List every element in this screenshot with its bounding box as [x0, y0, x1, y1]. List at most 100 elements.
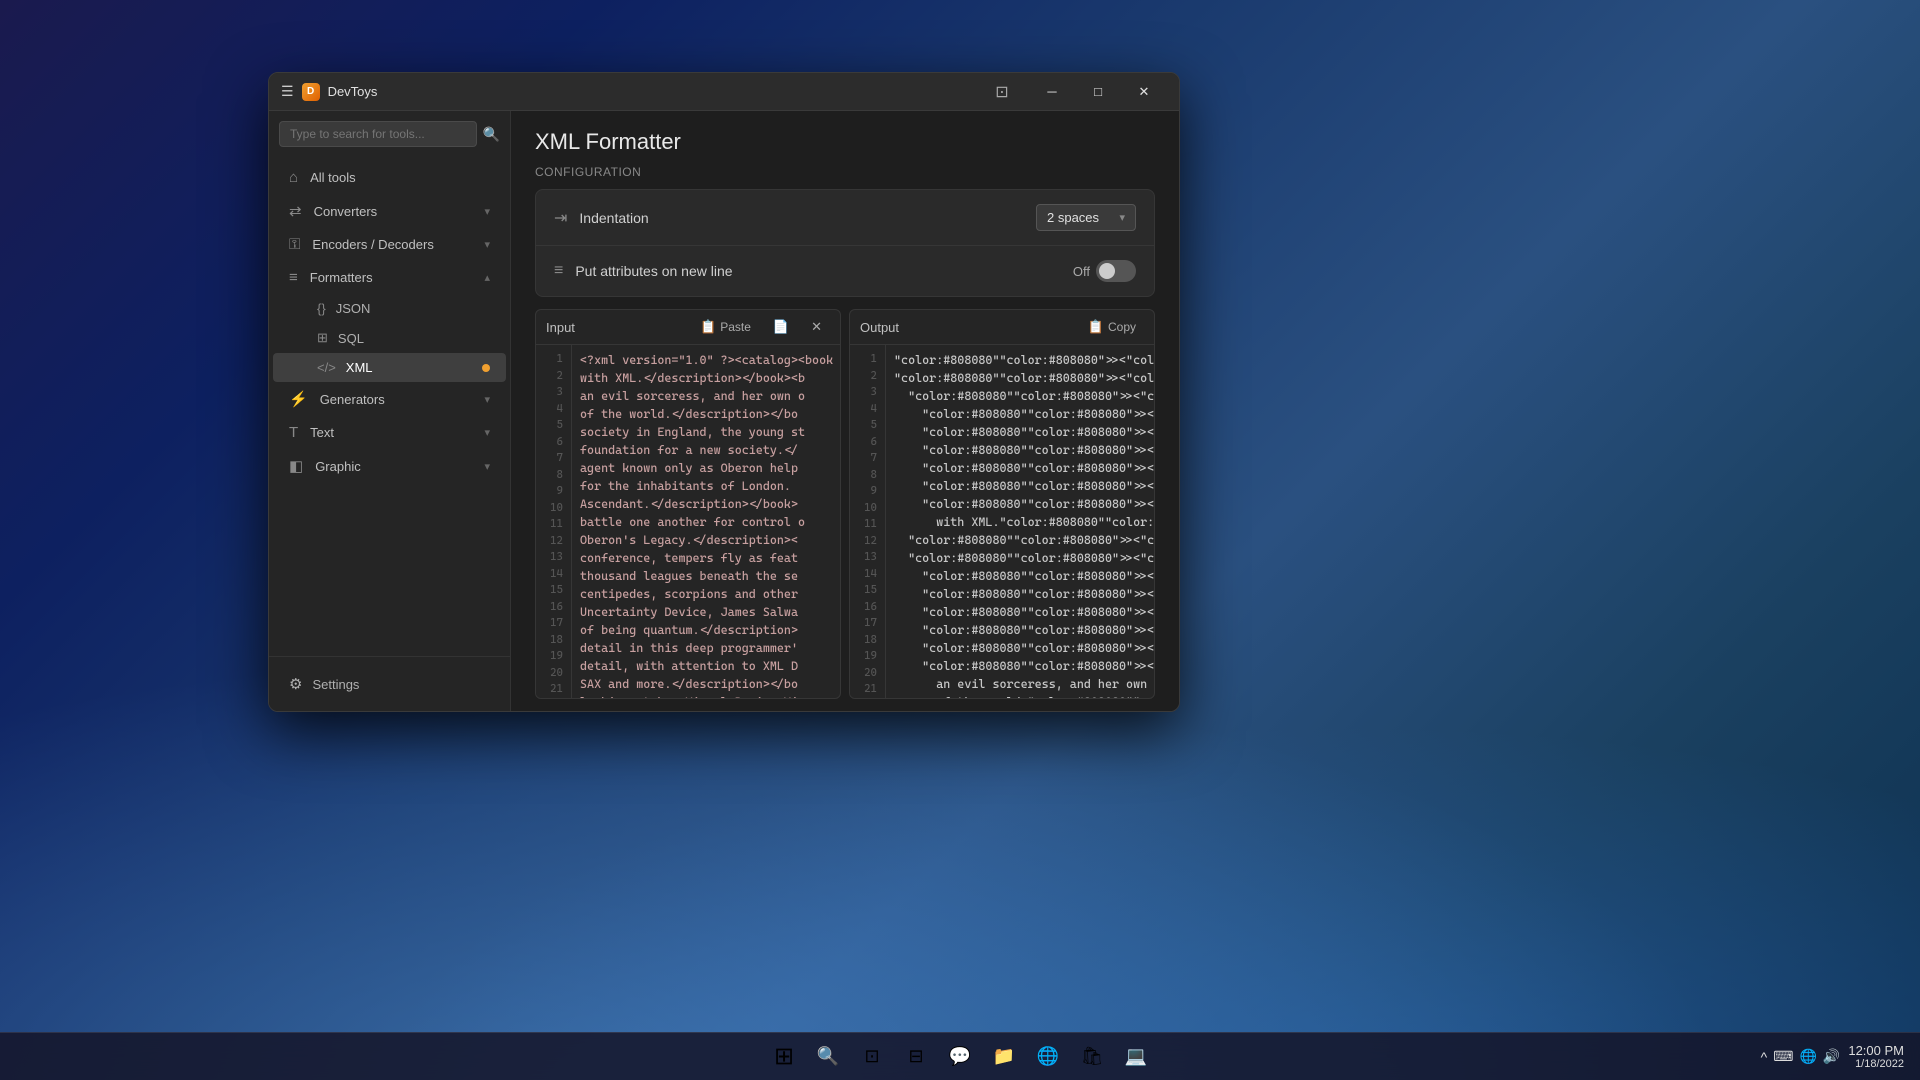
search-taskbar-button[interactable]: 🔍: [808, 1037, 848, 1077]
file-explorer-button[interactable]: 📁: [984, 1037, 1024, 1077]
encoders-icon: ⚿: [289, 236, 300, 253]
sidebar-item-sql[interactable]: ⊞ SQL: [273, 323, 506, 353]
json-icon: {}: [317, 301, 326, 316]
put-attrs-label: Put attributes on new line: [575, 263, 1061, 279]
task-view-button[interactable]: ⊡: [852, 1037, 892, 1077]
window-body: 🔍 ⌂ All tools ⇄ Converters ▾ ⚿ Encoders: [269, 111, 1179, 711]
xml-icon: </>: [317, 360, 336, 375]
title-bar: ☰ D DevToys ⊡ ─ □ ✕: [269, 73, 1179, 111]
minimize-icon: ─: [1047, 84, 1056, 99]
widgets-button[interactable]: ⊟: [896, 1037, 936, 1077]
config-section: Configuration ⇥ Indentation 2 spaces ▾: [511, 165, 1179, 297]
page-title: XML Formatter: [535, 129, 681, 154]
sidebar-item-json[interactable]: {} JSON: [273, 294, 506, 323]
put-attrs-toggle[interactable]: [1096, 260, 1136, 282]
sidebar-item-all-tools[interactable]: ⌂ All tools: [273, 161, 506, 194]
open-file-button[interactable]: 📄: [765, 316, 797, 338]
io-section: Input 📋 Paste 📄 ✕: [511, 297, 1179, 711]
app-icon: D: [302, 83, 320, 101]
chat-button[interactable]: 💬: [940, 1037, 980, 1077]
output-panel: Output 📋 Copy 1 2 3 4: [849, 309, 1155, 699]
paste-button[interactable]: 📋 Paste: [692, 316, 759, 338]
tray-arrow-icon[interactable]: ^: [1761, 1049, 1768, 1065]
compact-mode-button[interactable]: ⊡: [983, 76, 1021, 108]
sidebar-nav: ⌂ All tools ⇄ Converters ▾ ⚿ Encoders / …: [269, 157, 510, 656]
paste-icon: 📋: [700, 319, 716, 335]
formatters-icon: ≡: [289, 269, 298, 286]
sidebar-item-formatters[interactable]: ≡ Formatters ▴: [273, 261, 506, 294]
put-attrs-icon: ≡: [554, 262, 563, 280]
edge-button[interactable]: 🌐: [1028, 1037, 1068, 1077]
converters-icon: ⇄: [289, 202, 302, 220]
minimize-button[interactable]: ─: [1029, 73, 1075, 111]
output-line-numbers: 1 2 3 4 5 6 7 8 9 10 11: [850, 345, 886, 698]
clock-date: 1/18/2022: [1848, 1058, 1904, 1070]
home-icon: ⌂: [289, 169, 298, 186]
sidebar-item-text[interactable]: T Text ▾: [273, 416, 506, 449]
system-clock[interactable]: 12:00 PM 1/18/2022: [1848, 1043, 1904, 1070]
text-chevron-icon: ▾: [484, 426, 490, 439]
close-icon: ✕: [1139, 84, 1150, 100]
sidebar-item-converters[interactable]: ⇄ Converters ▾: [273, 194, 506, 228]
devtools-button[interactable]: 💻: [1116, 1037, 1156, 1077]
title-bar-left: ☰ D DevToys: [281, 83, 983, 101]
put-attrs-row: ≡ Put attributes on new line Off: [536, 246, 1154, 296]
indentation-icon: ⇥: [554, 208, 567, 228]
network-icon[interactable]: 🌐: [1799, 1048, 1816, 1065]
input-toolbar: Input 📋 Paste 📄 ✕: [536, 310, 840, 345]
text-icon: T: [289, 424, 298, 441]
sidebar-item-xml[interactable]: </> XML: [273, 353, 506, 382]
settings-icon: ⚙: [289, 675, 302, 693]
indentation-dropdown[interactable]: 2 spaces ▾: [1036, 204, 1136, 231]
input-code-area[interactable]: 1 2 3 4 5 6 7 8 9 10 11: [536, 345, 840, 698]
close-button[interactable]: ✕: [1121, 73, 1167, 111]
main-window: ☰ D DevToys ⊡ ─ □ ✕ 🔍: [268, 72, 1180, 712]
start-button[interactable]: ⊞: [764, 1037, 804, 1077]
sql-icon: ⊞: [317, 330, 328, 346]
output-toolbar: Output 📋 Copy: [850, 310, 1154, 345]
sidebar-item-generators[interactable]: ⚡ Generators ▾: [273, 382, 506, 416]
tool-header: XML Formatter: [511, 111, 1179, 165]
put-attrs-control: Off: [1073, 260, 1136, 282]
settings-item[interactable]: ⚙ Settings: [279, 667, 500, 701]
generators-icon: ⚡: [289, 390, 308, 408]
copy-button[interactable]: 📋 Copy: [1080, 316, 1144, 338]
hamburger-icon[interactable]: ☰: [281, 83, 294, 100]
output-code-lines: 1 2 3 4 5 6 7 8 9 10 11: [850, 345, 1154, 698]
search-icon[interactable]: 🔍: [483, 126, 500, 143]
converters-chevron-icon: ▾: [484, 205, 490, 218]
main-content: XML Formatter Configuration ⇥ Indentatio…: [511, 111, 1179, 711]
app-title-label: DevToys: [328, 84, 378, 99]
output-panel-title: Output: [860, 320, 1074, 335]
encoders-chevron-icon: ▾: [484, 238, 490, 251]
sidebar-item-graphic[interactable]: ◧ Graphic ▾: [273, 449, 506, 483]
sidebar: 🔍 ⌂ All tools ⇄ Converters ▾ ⚿ Encoders: [269, 111, 511, 711]
output-code-content: "color:#808080""color:#808080">><"color:…: [886, 345, 1154, 698]
generators-chevron-icon: ▾: [484, 393, 490, 406]
input-code-content: <?xml version="1.0" ?><catalog><bookwith…: [572, 345, 840, 698]
toggle-off-label: Off: [1073, 264, 1090, 279]
window-controls: ─ □ ✕: [1029, 73, 1167, 111]
taskbar-right: ^ ⌨ 🌐 🔊 12:00 PM 1/18/2022: [1761, 1043, 1904, 1070]
taskbar: ⊞ 🔍 ⊡ ⊟ 💬 📁 🌐 🛍 💻 ^ ⌨ 🌐 🔊 12:00 PM 1/18/…: [0, 1032, 1920, 1080]
indentation-control: 2 spaces ▾: [1036, 204, 1136, 231]
config-card: ⇥ Indentation 2 spaces ▾ ≡ Put attribute…: [535, 189, 1155, 297]
output-code-area[interactable]: 1 2 3 4 5 6 7 8 9 10 11: [850, 345, 1154, 698]
clock-time: 12:00 PM: [1848, 1043, 1904, 1058]
search-bar: 🔍: [269, 111, 510, 157]
input-line-numbers: 1 2 3 4 5 6 7 8 9 10 11: [536, 345, 572, 698]
clear-input-button[interactable]: ✕: [803, 316, 830, 338]
keyboard-icon[interactable]: ⌨: [1773, 1048, 1793, 1065]
search-input[interactable]: [279, 121, 477, 147]
store-button[interactable]: 🛍: [1072, 1037, 1112, 1077]
sidebar-item-encoders[interactable]: ⚿ Encoders / Decoders ▾: [273, 228, 506, 261]
tray-icons: ^ ⌨ 🌐 🔊: [1761, 1048, 1841, 1065]
input-panel: Input 📋 Paste 📄 ✕: [535, 309, 841, 699]
indentation-row: ⇥ Indentation 2 spaces ▾: [536, 190, 1154, 246]
maximize-button[interactable]: □: [1075, 73, 1121, 111]
copy-icon: 📋: [1088, 319, 1104, 335]
indentation-label: Indentation: [579, 210, 1024, 226]
sidebar-footer: ⚙ Settings: [269, 656, 510, 711]
taskbar-center: ⊞ 🔍 ⊡ ⊟ 💬 📁 🌐 🛍 💻: [764, 1037, 1156, 1077]
volume-icon[interactable]: 🔊: [1823, 1048, 1840, 1065]
